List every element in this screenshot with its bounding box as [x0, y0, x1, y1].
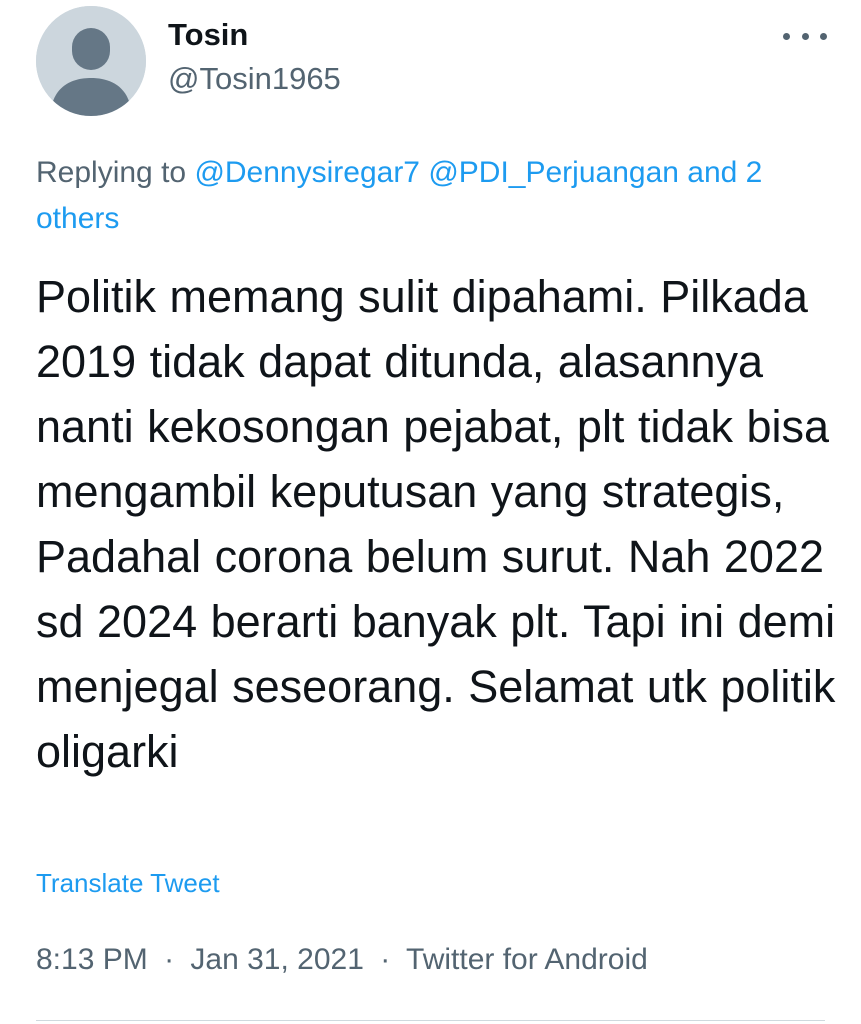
- separator: ·: [380, 943, 391, 976]
- tweet-date[interactable]: Jan 31, 2021: [190, 943, 363, 976]
- translate-tweet-link[interactable]: Translate Tweet: [36, 868, 220, 899]
- author-display-name[interactable]: Tosin: [168, 16, 248, 53]
- divider: [36, 1020, 825, 1021]
- replying-to: Replying to @Dennysiregar7 @PDI_Perjuang…: [36, 150, 836, 242]
- tweet-time[interactable]: 8:13 PM: [36, 943, 148, 976]
- tweet-source[interactable]: Twitter for Android: [406, 943, 648, 976]
- dot: [820, 32, 827, 40]
- tweet-text: Politik memang sulit dipahami. Pilkada 2…: [36, 271, 849, 777]
- default-profile-avatar-icon: [36, 6, 146, 116]
- dot: [801, 32, 809, 40]
- author-handle[interactable]: @Tosin1965: [168, 60, 341, 97]
- replying-to-label: Replying to: [36, 156, 187, 189]
- separator: ·: [164, 943, 175, 976]
- avatar[interactable]: [36, 6, 146, 116]
- more-options-icon[interactable]: [783, 24, 827, 48]
- tweet-meta: 8:13 PM · Jan 31, 2021 · Twitter for And…: [36, 943, 648, 977]
- dot: [783, 32, 790, 40]
- mention-link[interactable]: @PDI_Perjuangan: [428, 156, 679, 189]
- mention-link[interactable]: @Dennysiregar7: [194, 156, 420, 189]
